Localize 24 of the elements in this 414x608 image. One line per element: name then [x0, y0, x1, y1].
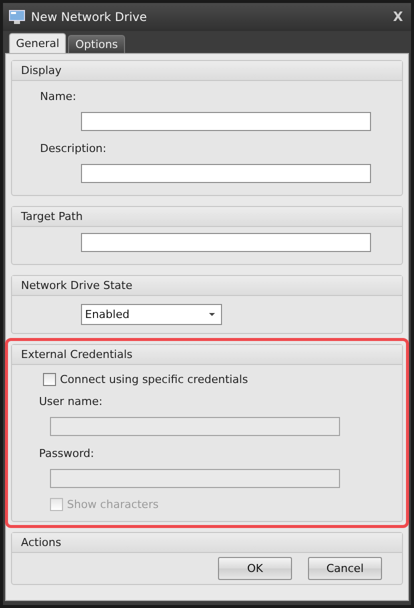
- state-dropdown[interactable]: Enabled: [81, 304, 222, 325]
- checkbox[interactable]: [43, 373, 56, 386]
- field-label: Name:: [40, 90, 76, 103]
- section-header: Actions: [12, 533, 402, 553]
- cancel-button[interactable]: Cancel: [308, 557, 382, 580]
- field-label: Description:: [40, 142, 106, 155]
- window-title: New Network Drive: [31, 10, 148, 24]
- section-header: Network Drive State: [12, 276, 402, 296]
- checkbox-label: Connect using specific credentials: [60, 373, 248, 386]
- tab[interactable]: Options: [68, 35, 125, 53]
- text-field[interactable]: [81, 233, 371, 252]
- monitor-icon: [9, 10, 25, 24]
- tab[interactable]: General: [9, 33, 66, 53]
- close-button[interactable]: X: [392, 10, 403, 24]
- caret-icon: [209, 313, 215, 316]
- ok-button[interactable]: OK: [218, 557, 292, 580]
- text-field[interactable]: [81, 112, 371, 131]
- checkbox-label: Show characters: [67, 498, 159, 511]
- section-header: Display: [12, 61, 402, 81]
- field-label: User name:: [39, 395, 102, 408]
- text-field[interactable]: [81, 164, 371, 183]
- section-header: Target Path: [12, 207, 402, 227]
- field-label: Password:: [39, 447, 94, 460]
- section-header: External Credentials: [12, 345, 402, 365]
